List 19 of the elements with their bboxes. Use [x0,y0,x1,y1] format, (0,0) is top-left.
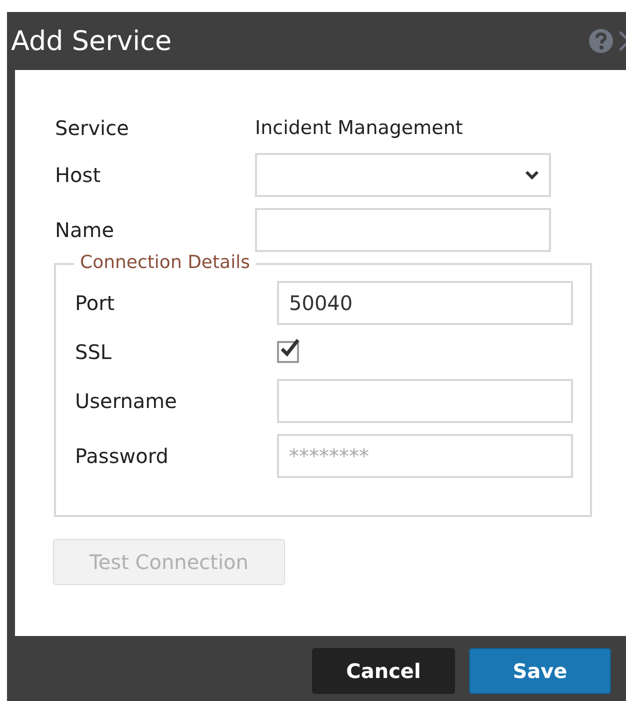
help-icon[interactable] [588,28,614,54]
input-field[interactable] [255,208,551,252]
input-field[interactable]: ******** [277,434,573,478]
field-label: SSL [75,340,113,364]
field-label: Username [75,389,178,413]
field-label: Host [55,163,102,187]
save-button[interactable]: Save [469,648,611,694]
input-field[interactable]: 50040 [277,281,573,325]
chevron-down-icon [525,170,539,180]
field-label: Service [55,116,130,140]
cancel-button[interactable]: Cancel [312,648,455,694]
field-label: Name [55,218,116,242]
field-value: Incident Management [255,117,463,139]
input-field[interactable] [277,379,573,423]
host-dropdown[interactable] [255,153,551,197]
dialog-title: Add Service [11,26,172,56]
checkbox[interactable] [277,341,299,363]
field-label: Port [75,291,116,315]
field-label: Password [75,444,170,468]
